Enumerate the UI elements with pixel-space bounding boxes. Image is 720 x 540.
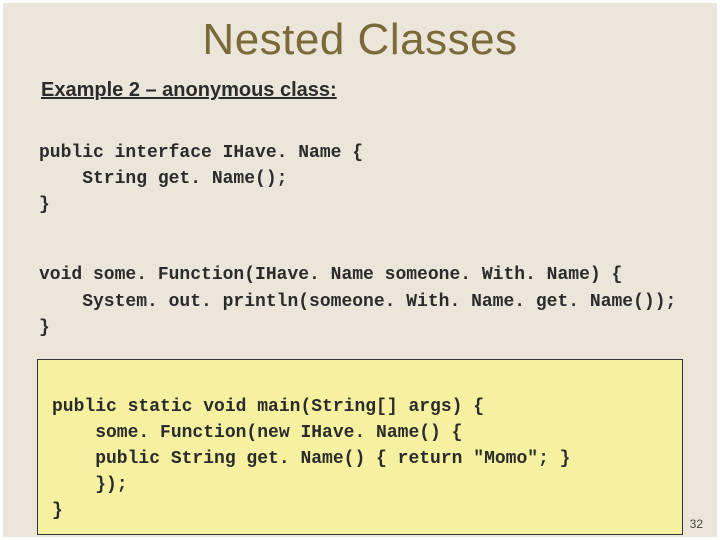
- code-line: some. Function(new IHave. Name() {: [52, 423, 462, 443]
- page-title: Nested Classes: [35, 15, 685, 65]
- code-block-interface: public interface IHave. Name { String ge…: [39, 114, 685, 218]
- code-line: }: [52, 501, 63, 521]
- code-block-function: void some. Function(IHave. Name someone.…: [39, 236, 685, 340]
- slide: Nested Classes Example 2 – anonymous cla…: [0, 0, 720, 540]
- code-line: }: [39, 318, 50, 338]
- code-line: public static void main(String[] args) {: [52, 397, 484, 417]
- code-line: public interface IHave. Name {: [39, 143, 363, 163]
- code-line: public String get. Name() { return "Momo…: [52, 449, 570, 469]
- example-subtitle: Example 2 – anonymous class:: [41, 79, 685, 102]
- code-line: System. out. println(someone. With. Name…: [39, 292, 676, 312]
- highlighted-code-box: public static void main(String[] args) {…: [37, 359, 683, 536]
- code-line: String get. Name();: [39, 169, 287, 189]
- code-line: void some. Function(IHave. Name someone.…: [39, 265, 622, 285]
- code-block-main: public static void main(String[] args) {…: [52, 368, 672, 525]
- page-number: 32: [690, 517, 703, 531]
- code-line: });: [52, 475, 128, 495]
- code-line: }: [39, 195, 50, 215]
